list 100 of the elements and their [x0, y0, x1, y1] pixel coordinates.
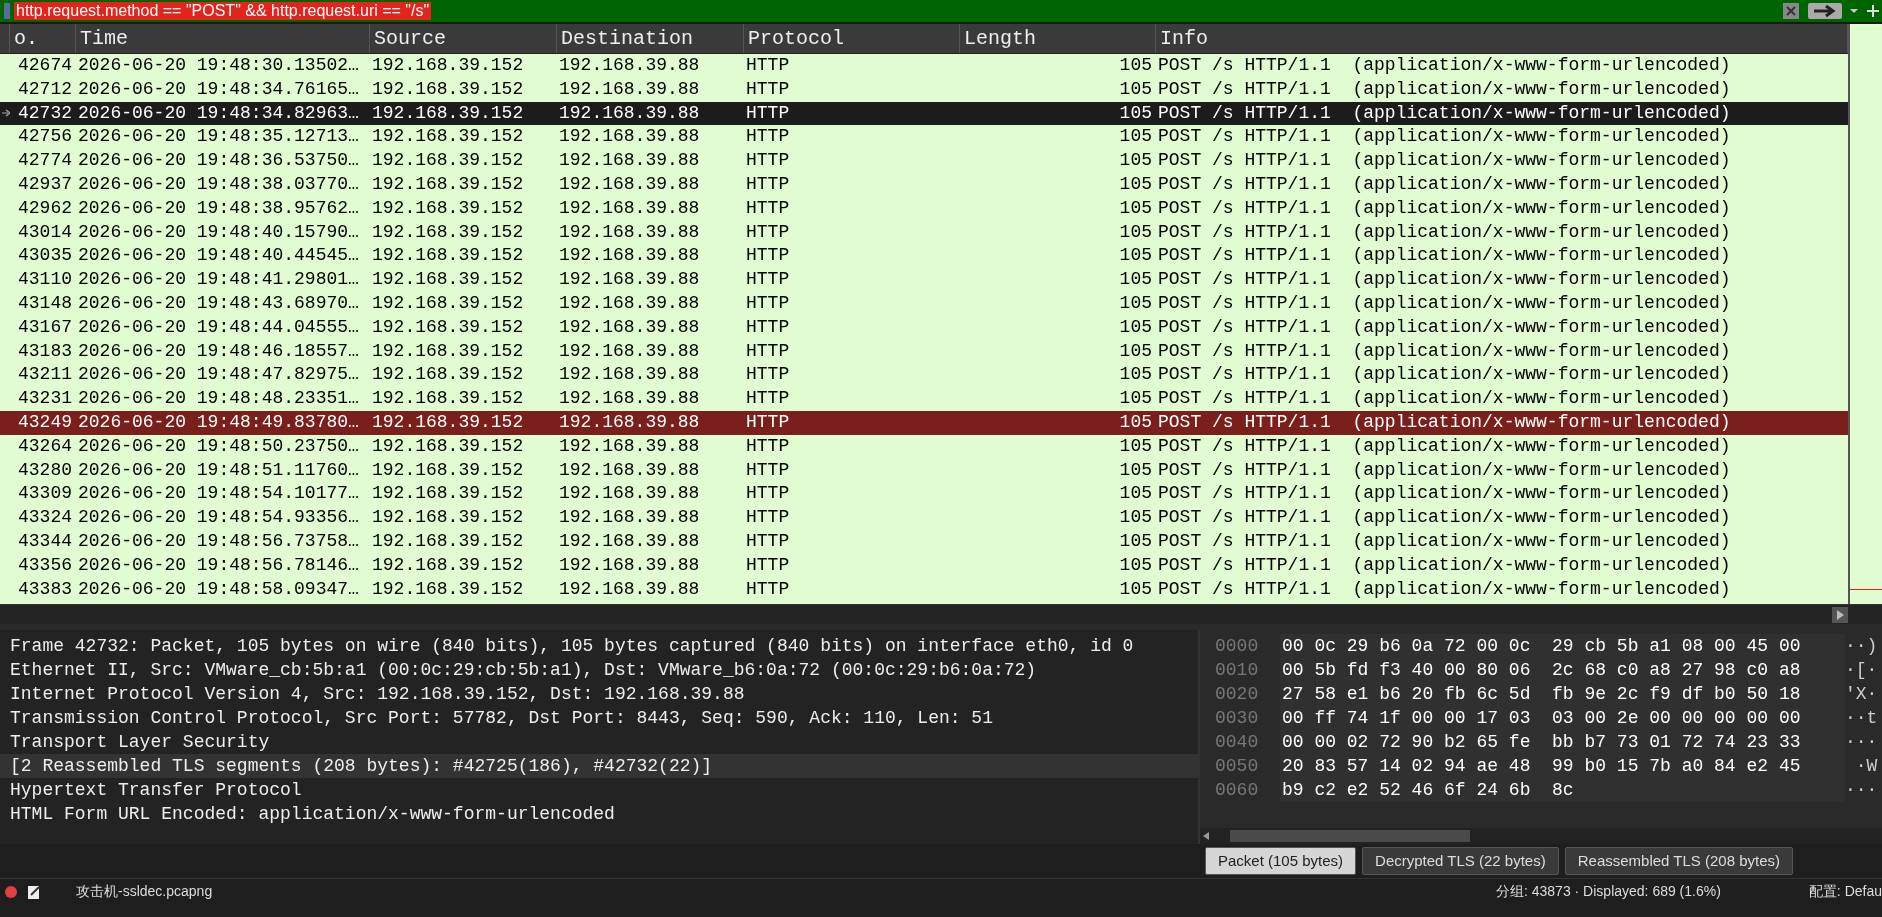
- table-cell-text: POST /s HTTP/1.1 (application/x-www-form-urlencoded): [1157, 434, 1732, 458]
- column-header[interactable]: Destination: [557, 24, 744, 53]
- byte-tab[interactable]: Decrypted TLS (22 bytes): [1362, 847, 1559, 875]
- table-cell-text: 2026-06-20 19:48:34.82963…: [77, 101, 360, 125]
- table-cell-text: HTTP: [745, 529, 791, 553]
- table-cell-text: 42962: [17, 196, 73, 220]
- table-cell-text: 42774: [17, 149, 73, 173]
- status-icon[interactable]: [4, 884, 18, 899]
- table-cell-text: 192.168.39.152: [371, 77, 525, 101]
- table-cell-text: POST /s HTTP/1.1 (application/x-www-form-urlencoded): [1157, 553, 1732, 577]
- tree-item[interactable]: Ethernet II, Src: VMware_cb:5b:a1 (00:0c:29:cb:5b:a1), Dst: VMware_b6:0a:72 (00:0c:29:b6:0a:72): [0, 658, 1198, 682]
- byte-tab[interactable]: Reassembled TLS (208 bytes): [1564, 847, 1794, 875]
- table-cell-text: HTTP: [745, 244, 791, 268]
- tree-item[interactable]: Frame 42732: Packet, 105 bytes on wire (840 bits), 105 bytes captured (840 bits) on interface eth0, id 0: [0, 634, 1198, 658]
- packet-row[interactable]: 43183 2026-06-20 19:48:46.18557… 192.168.39.152 192.168.39.88 HTTP 105 POST /s HTTP/1.1 (application/x-www-form-urlencoded): [0, 339, 1848, 364]
- packet-row[interactable]: 42756 2026-06-20 19:48:35.12713… 192.168.39.152 192.168.39.88 HTTP 105 POST /s HTTP/1.1 (application/x-www-form-urlencoded): [0, 125, 1848, 150]
- table-cell-text: HTTP: [745, 149, 791, 173]
- hex-bytes: 00 5b fd f3 40 00 80 06 2c 68 c0 a8 27 98 c0 a8: [1280, 658, 1845, 682]
- packet-row[interactable]: 42674 2026-06-20 19:48:30.13502… 192.168.39.152 192.168.39.88 HTTP 105 POST /s HTTP/1.1 (application/x-www-form-urlencoded): [0, 54, 1848, 78]
- column-header[interactable]: o.: [10, 24, 76, 53]
- packet-row[interactable]: 43356 2026-06-20 19:48:56.78146… 192.168.39.152 192.168.39.88 HTTP 105 POST /s HTTP/1.1 (application/x-www-form-urlencoded): [0, 553, 1848, 578]
- table-cell-text: HTTP: [745, 506, 791, 530]
- packet-row[interactable]: 43148 2026-06-20 19:48:43.68970… 192.168.39.152 192.168.39.88 HTTP 105 POST /s HTTP/1.1 (application/x-www-form-urlencoded): [0, 291, 1848, 316]
- table-cell-text: 192.168.39.88: [558, 506, 701, 530]
- ascii-text: ···: [1845, 779, 1879, 802]
- packet-row[interactable]: 43264 2026-06-20 19:48:50.23750… 192.168.39.152 192.168.39.88 HTTP 105 POST /s HTTP/1.1 (application/x-www-form-urlencoded): [0, 434, 1848, 459]
- table-cell-text: 192.168.39.152: [371, 434, 525, 458]
- offset-cell-text: 0050: [1214, 755, 1260, 778]
- table-cell-text: 2026-06-20 19:48:34.76165…: [77, 77, 360, 101]
- table-cell-text: 192.168.39.152: [371, 268, 525, 292]
- tree-item[interactable]: [2 Reassembled TLS segments (208 bytes): #42725(186), #42732(22)]: [0, 754, 1198, 778]
- profile-label[interactable]: 配置: Defau: [1808, 881, 1882, 902]
- tree-item[interactable]: HTML Form URL Encoded: application/x-www-form-urlencoded: [0, 802, 1198, 826]
- table-cell-text: HTTP: [745, 482, 791, 506]
- byte-tab[interactable]: Packet (105 bytes): [1205, 847, 1357, 875]
- table-cell-text: 42937: [17, 173, 73, 196]
- table-cell-text: 192.168.39.152: [371, 410, 525, 434]
- packet-row[interactable]: 42937 2026-06-20 19:48:38.03770… 192.168.39.152 192.168.39.88 HTTP 105 POST /s HTTP/1.1 (application/x-www-form-urlencoded): [0, 173, 1848, 197]
- packet-row[interactable]: 43309 2026-06-20 19:48:54.10177… 192.168.39.152 192.168.39.88 HTTP 105 POST /s HTTP/1.1 (application/x-www-form-urlencoded): [0, 482, 1848, 507]
- table-cell-text: 43110: [17, 268, 73, 292]
- packet-row[interactable]: 42774 2026-06-20 19:48:36.53750… 192.168.39.152 192.168.39.88 HTTP 105 POST /s HTTP/1.1 (application/x-www-form-urlencoded): [0, 149, 1848, 173]
- table-cell-text: 2026-06-20 19:48:49.83780…: [77, 410, 360, 434]
- table-cell-text: 192.168.39.88: [558, 125, 701, 149]
- table-cell-text: 2026-06-20 19:48:40.44545…: [77, 244, 360, 268]
- table-cell-text: 192.168.39.152: [371, 149, 525, 173]
- packet-row[interactable]: 42962 2026-06-20 19:48:38.95762… 192.168.39.152 192.168.39.88 HTTP 105 POST /s HTTP/1.1 (application/x-www-form-urlencoded): [0, 196, 1848, 221]
- packet-row[interactable]: 43110 2026-06-20 19:48:41.29801… 192.168.39.152 192.168.39.88 HTTP 105 POST /s HTTP/1.1 (application/x-www-form-urlencoded): [0, 268, 1848, 292]
- packet-row[interactable]: 42732 2026-06-20 19:48:34.82963… 192.168.39.152 192.168.39.88 HTTP 105 POST /s HTTP/1.1 (application/x-www-form-urlencoded): [0, 101, 1848, 126]
- column-header[interactable]: Length: [960, 24, 1156, 53]
- packet-row[interactable]: 43344 2026-06-20 19:48:56.73758… 192.168.39.152 192.168.39.88 HTTP 105 POST /s HTTP/1.1 (application/x-www-form-urlencoded): [0, 529, 1848, 554]
- table-cell-text: 43356: [17, 553, 73, 577]
- table-cell-text: 43148: [17, 291, 73, 315]
- table-cell-text: HTTP: [745, 125, 791, 149]
- table-cell-text: 192.168.39.88: [558, 458, 701, 482]
- column-header[interactable]: Protocol: [744, 24, 960, 53]
- packet-row[interactable]: 43280 2026-06-20 19:48:51.11760… 192.168.39.152 192.168.39.88 HTTP 105 POST /s HTTP/1.1 (application/x-www-form-urlencoded): [0, 458, 1848, 483]
- tree-item[interactable]: Internet Protocol Version 4, Src: 192.168.39.152, Dst: 192.168.39.88: [0, 682, 1198, 706]
- column-header[interactable]: Time: [76, 24, 370, 53]
- table-cell-text: 2026-06-20 19:48:38.03770…: [77, 173, 360, 196]
- table-cell-text: 192.168.39.88: [558, 577, 701, 601]
- packet-row[interactable]: 43383 2026-06-20 19:48:58.09347… 192.168.39.152 192.168.39.88 HTTP 105 POST /s HTTP/1.1 (application/x-www-form-urlencoded): [0, 577, 1848, 602]
- caret-icon: [1850, 9, 1858, 13]
- table-cell-text: 192.168.39.88: [558, 149, 701, 173]
- table-cell-text: POST /s HTTP/1.1 (application/x-www-form-urlencoded): [1157, 220, 1732, 244]
- clear-button[interactable]: [1780, 1, 1802, 21]
- table-cell-text: 42756: [17, 125, 73, 149]
- packet-row[interactable]: 43324 2026-06-20 19:48:54.93356… 192.168.39.152 192.168.39.88 HTTP 105 POST /s HTTP/1.1 (application/x-www-form-urlencoded): [0, 506, 1848, 530]
- ascii-text: ··): [1845, 635, 1879, 658]
- table-cell-text: 105: [1118, 482, 1153, 506]
- table-cell-text: HTTP: [745, 315, 791, 339]
- table-cell-text: 105: [1118, 434, 1153, 458]
- table-cell-text: POST /s HTTP/1.1 (application/x-www-form-urlencoded): [1157, 458, 1732, 482]
- ascii-text: ···: [1845, 731, 1879, 754]
- hex-bytes: 00 0c 29 b6 0a 72 00 0c 29 cb 5b a1 08 00 45 00: [1280, 634, 1845, 658]
- filter-input[interactable]: http.request.method == "POST" && http.request.uri == "/s": [14, 2, 432, 20]
- packet-row[interactable]: 42712 2026-06-20 19:48:34.76165… 192.168.39.152 192.168.39.88 HTTP 105 POST /s HTTP/1.1 (application/x-www-form-urlencoded): [0, 77, 1848, 102]
- table-cell-text: 192.168.39.152: [371, 291, 525, 315]
- table-cell-text: 43280: [17, 458, 73, 482]
- apply-button[interactable]: [1806, 1, 1844, 21]
- arrow-icon: [2, 109, 10, 118]
- packet-row[interactable]: 43167 2026-06-20 19:48:44.04555… 192.168.39.152 192.168.39.88 HTTP 105 POST /s HTTP/1.1 (application/x-www-form-urlencoded): [0, 315, 1848, 340]
- packet-row[interactable]: 43231 2026-06-20 19:48:48.23351… 192.168.39.152 192.168.39.88 HTTP 105 POST /s HTTP/1.1 (application/x-www-form-urlencoded): [0, 387, 1848, 411]
- table-cell-text: 42712: [17, 77, 73, 101]
- table-cell-text: 105: [1118, 506, 1153, 530]
- packet-minimap[interactable]: [1848, 24, 1882, 604]
- column-header[interactable]: Source: [370, 24, 557, 53]
- scroll-right-icon[interactable]: [1832, 606, 1848, 623]
- scrollbar-thumb[interactable]: [1230, 830, 1470, 842]
- table-cell-text: 105: [1118, 173, 1153, 196]
- packet-row[interactable]: 43211 2026-06-20 19:48:47.82975… 192.168.39.152 192.168.39.88 HTTP 105 POST /s HTTP/1.1 (application/x-www-form-urlencoded): [0, 363, 1848, 388]
- edit-icon[interactable]: [26, 883, 42, 900]
- table-cell-text: HTTP: [745, 173, 791, 196]
- packet-row[interactable]: 43249 2026-06-20 19:48:49.83780… 192.168.39.152 192.168.39.88 HTTP 105 POST /s HTTP/1.1 (application/x-www-form-urlencoded): [0, 410, 1848, 435]
- tree-item[interactable]: Hypertext Transfer Protocol: [0, 778, 1198, 802]
- table-cell-text: 192.168.39.88: [558, 363, 701, 387]
- tree-item[interactable]: Transport Layer Security: [0, 730, 1198, 754]
- table-cell-text: POST /s HTTP/1.1 (application/x-www-form-urlencoded): [1157, 244, 1732, 268]
- packet-row[interactable]: 43035 2026-06-20 19:48:40.44545… 192.168.39.152 192.168.39.88 HTTP 105 POST /s HTTP/1.1 (application/x-www-form-urlencoded): [0, 244, 1848, 269]
- tree-item[interactable]: Transmission Control Protocol, Src Port: 57782, Dst Port: 8443, Seq: 590, Ack: 110, Len: 51: [0, 706, 1198, 730]
- packet-row[interactable]: 43014 2026-06-20 19:48:40.15790… 192.168.39.152 192.168.39.88 HTTP 105 POST /s HTTP/1.1 (application/x-www-form-urlencoded): [0, 220, 1848, 245]
